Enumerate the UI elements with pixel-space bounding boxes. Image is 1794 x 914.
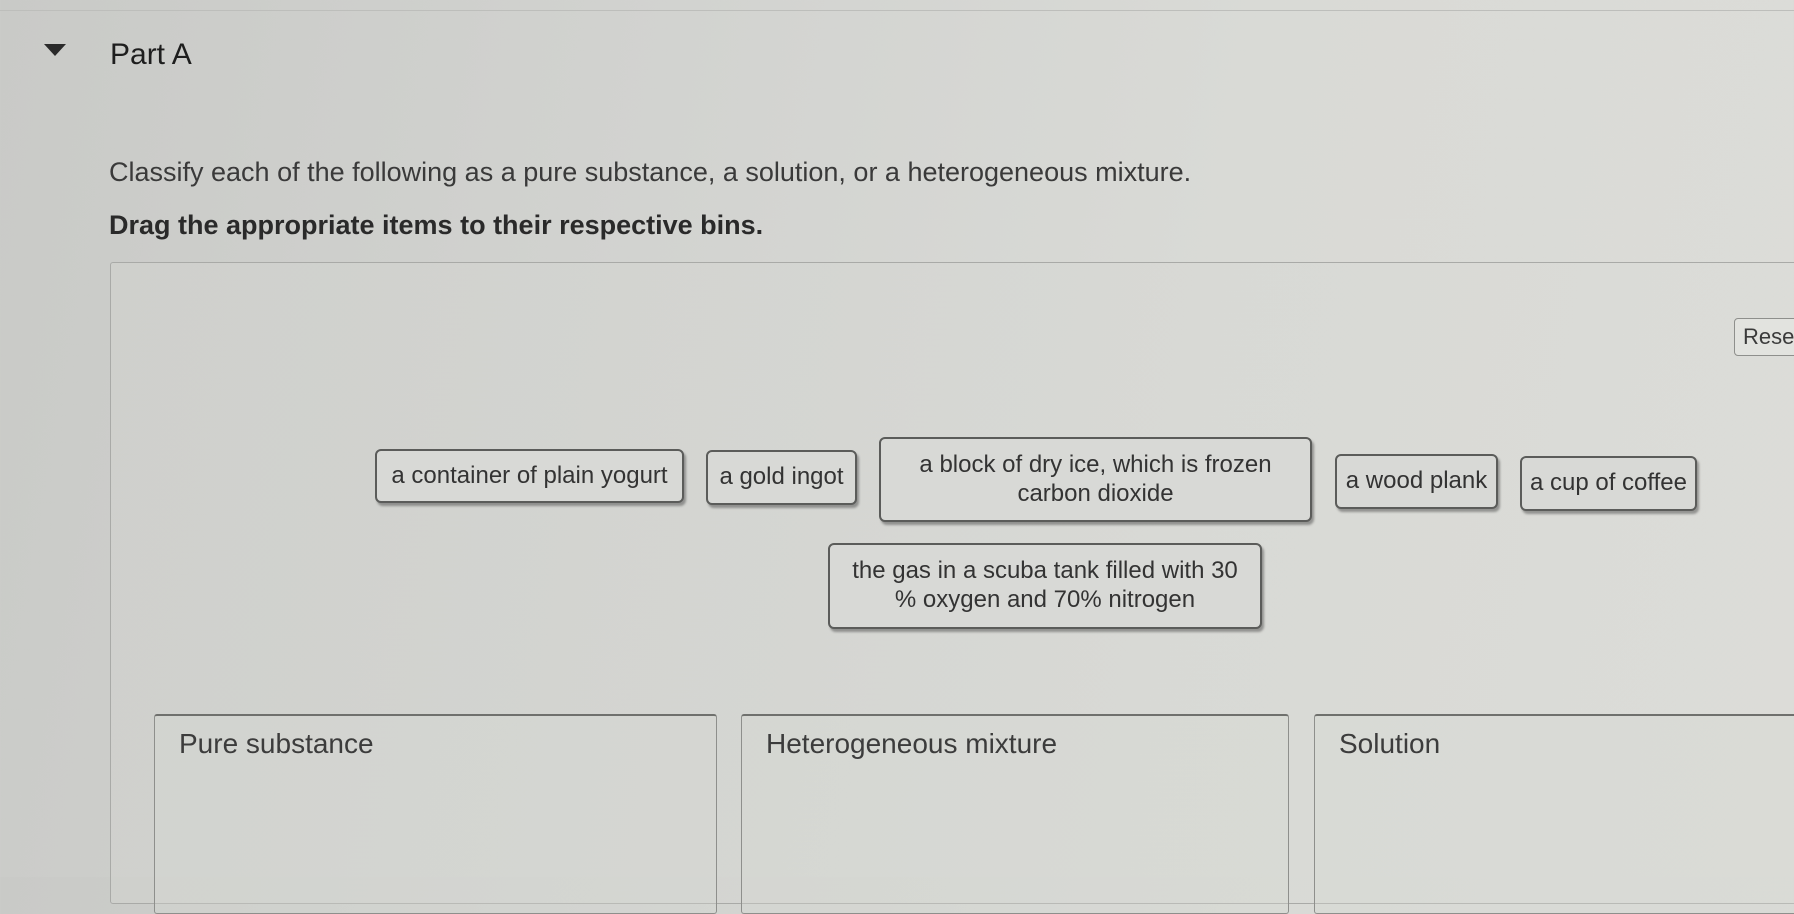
collapse-toggle-icon[interactable] bbox=[44, 44, 66, 56]
drag-item-scuba-gas[interactable]: the gas in a scuba tank filled with 30 %… bbox=[828, 543, 1262, 629]
question-prompt: Classify each of the following as a pure… bbox=[109, 157, 1192, 187]
drag-item-gold-ingot[interactable]: a gold ingot bbox=[706, 450, 857, 505]
bin-label-pure-substance: Pure substance bbox=[179, 728, 374, 759]
question-instruction: Drag the appropriate items to their resp… bbox=[109, 210, 764, 240]
bin-heterogeneous-mixture[interactable]: Heterogeneous mixture bbox=[741, 714, 1289, 914]
drag-item-plain-yogurt[interactable]: a container of plain yogurt bbox=[375, 449, 684, 503]
drag-item-wood-plank[interactable]: a wood plank bbox=[1335, 454, 1498, 509]
drag-item-dry-ice[interactable]: a block of dry ice, which is frozen carb… bbox=[879, 437, 1312, 522]
reset-button[interactable]: Rese bbox=[1734, 318, 1794, 356]
drag-item-cup-of-coffee[interactable]: a cup of coffee bbox=[1520, 456, 1697, 511]
top-divider bbox=[0, 10, 1794, 11]
part-title: Part A bbox=[110, 38, 192, 71]
bin-label-solution: Solution bbox=[1339, 728, 1441, 759]
bin-pure-substance[interactable]: Pure substance bbox=[154, 714, 717, 914]
bin-label-heterogeneous-mixture: Heterogeneous mixture bbox=[766, 728, 1058, 759]
bin-solution[interactable]: Solution bbox=[1314, 714, 1794, 914]
